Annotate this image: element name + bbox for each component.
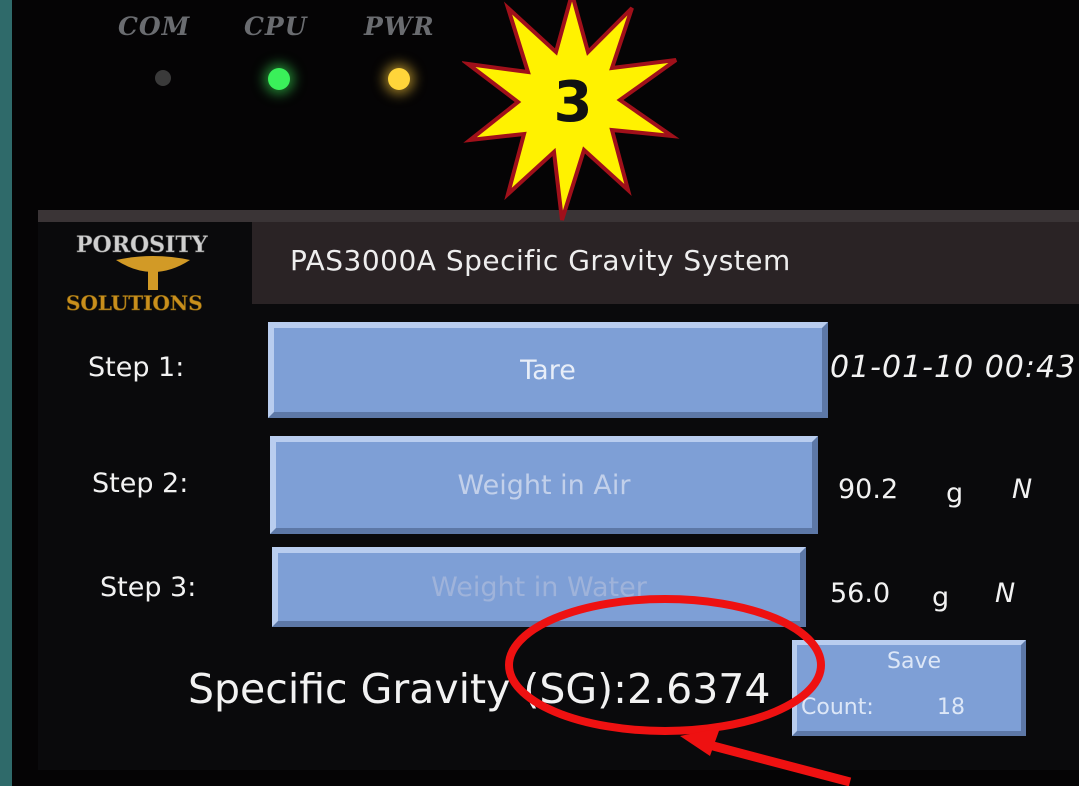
highlight-ellipse-icon	[505, 595, 825, 735]
weight-in-air-unit: g	[946, 478, 964, 509]
step-2-label: Step 2:	[92, 468, 189, 499]
tare-button-label: Tare	[520, 354, 576, 386]
step-1-label: Step 1:	[88, 352, 185, 383]
weight-in-air-button[interactable]: Weight in Air	[270, 436, 818, 534]
com-indicator-label: COM	[118, 12, 191, 41]
porosity-solutions-logo: POROSITY SOLUTIONS	[58, 222, 248, 318]
weight-in-air-flag: N	[1012, 474, 1033, 505]
tare-button[interactable]: Tare	[268, 322, 828, 418]
weight-in-water-unit: g	[932, 582, 950, 613]
annotation-number: 3	[553, 70, 593, 135]
count-value: 18	[937, 695, 965, 720]
com-led-icon	[155, 70, 171, 86]
system-title: PAS3000A Specific Gravity System	[290, 244, 791, 277]
svg-text:POROSITY: POROSITY	[76, 232, 208, 258]
cpu-led-icon	[268, 68, 290, 90]
cpu-indicator-label: CPU	[244, 12, 308, 41]
step-3-label: Step 3:	[100, 572, 197, 603]
weight-in-water-flag: N	[995, 578, 1016, 609]
weight-in-water-value: 56.0	[830, 578, 891, 609]
date-time-readout: 01-01-10 00:43	[830, 350, 1077, 385]
red-arrow-icon	[680, 728, 852, 786]
weight-in-air-value: 90.2	[838, 474, 899, 505]
save-button-label: Save	[887, 649, 942, 674]
pwr-indicator-label: PWR	[364, 12, 435, 41]
weight-in-air-button-label: Weight in Air	[457, 469, 631, 501]
pwr-led-icon	[388, 68, 410, 90]
svg-text:SOLUTIONS: SOLUTIONS	[66, 291, 203, 315]
